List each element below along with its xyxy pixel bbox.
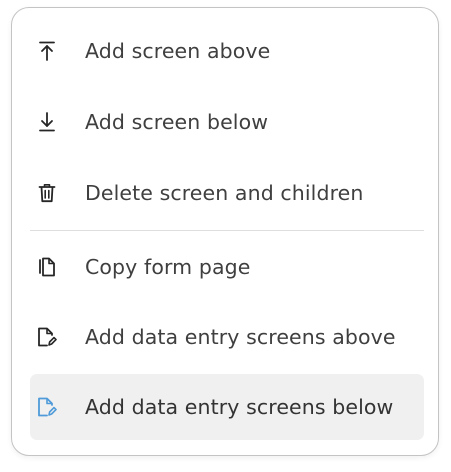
menu-divider xyxy=(30,230,424,231)
menu-item-add-screen-below[interactable]: Add screen below xyxy=(30,89,424,155)
menu-item-add-screen-above[interactable]: Add screen above xyxy=(30,18,424,84)
menu-item-label: Copy form page xyxy=(85,255,251,279)
menu-item-delete-screen[interactable]: Delete screen and children xyxy=(30,160,424,226)
file-edit-icon xyxy=(30,325,64,349)
arrow-up-to-line-icon xyxy=(30,39,64,63)
menu-item-add-data-entry-below[interactable]: Add data entry screens below xyxy=(30,374,424,440)
arrow-down-to-line-icon xyxy=(30,110,64,134)
menu-item-label: Add data entry screens below xyxy=(85,395,394,419)
file-edit-icon xyxy=(30,395,64,419)
context-menu: Add screen above Add screen below Delete… xyxy=(11,7,439,456)
copy-page-icon xyxy=(30,255,64,279)
menu-item-label: Add screen above xyxy=(85,39,271,63)
menu-item-label: Add data entry screens above xyxy=(85,325,396,349)
trash-icon xyxy=(30,181,64,205)
menu-item-label: Add screen below xyxy=(85,110,269,134)
menu-item-copy-form-page[interactable]: Copy form page xyxy=(30,234,424,300)
menu-item-label: Delete screen and children xyxy=(85,181,364,205)
menu-item-add-data-entry-above[interactable]: Add data entry screens above xyxy=(30,304,424,370)
